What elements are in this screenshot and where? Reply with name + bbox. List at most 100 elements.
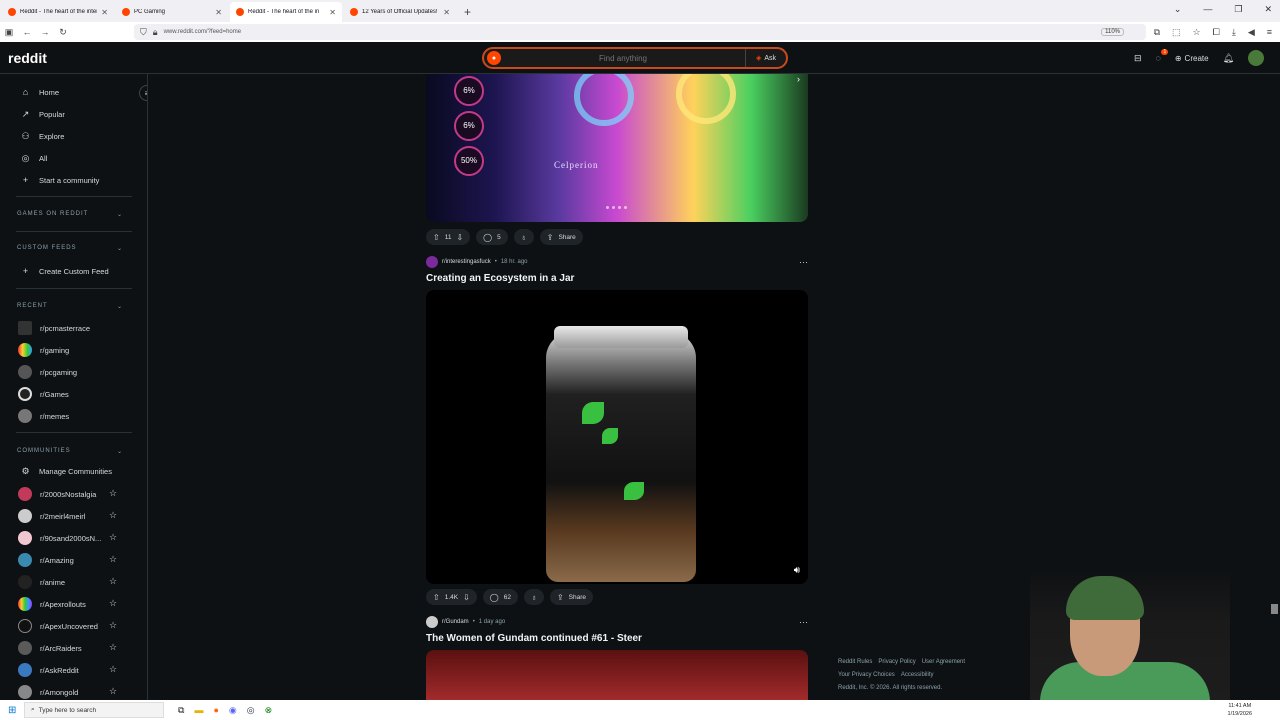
share-button[interactable]: ⇪ Share [549, 589, 594, 605]
downvote-icon[interactable]: ⇩ [463, 593, 470, 602]
sidebar-item-recent[interactable]: r/pcgaming [18, 365, 77, 379]
manage-communities[interactable]: ⚙ Manage Communities [20, 466, 112, 477]
sidebar-item-popular[interactable]: ↗ Popular [20, 109, 65, 120]
browser-tab[interactable]: PC Gaming ✕ [116, 2, 228, 22]
sidebar-item-community[interactable]: r/anime [18, 575, 65, 589]
favorite-star-icon[interactable]: ☆ [109, 576, 117, 587]
sidebar-item-community[interactable]: r/90sand2000sN... [18, 531, 101, 545]
award-button[interactable]: ♁ [513, 229, 534, 245]
footer-link[interactable]: Accessibility [901, 672, 934, 678]
sidebar-item-community[interactable]: r/AskReddit [18, 663, 79, 677]
scrollbar-thumb[interactable] [1271, 604, 1278, 614]
advertise-icon[interactable]: ⊟ [1134, 53, 1142, 64]
next-image-icon[interactable]: › [797, 74, 800, 84]
favorite-star-icon[interactable]: ☆ [109, 620, 117, 631]
collapse-sidebar-button[interactable]: ≡ [139, 85, 147, 101]
search-bar[interactable]: ● ◈Ask [482, 47, 788, 69]
sidebar-item-community[interactable]: r/2meirl4meirl [18, 509, 85, 523]
sidebar-item-recent[interactable]: r/Games [18, 387, 69, 401]
sidebar-item-all[interactable]: ◎ All [20, 153, 48, 164]
chat-icon[interactable]: ◌ 1 [1155, 49, 1169, 63]
post-title[interactable]: The Women of Gundam continued #61 - Stee… [426, 633, 642, 644]
downvote-icon[interactable]: ⇩ [456, 233, 463, 242]
sidebar-item-recent[interactable]: r/pcmasterrace [18, 321, 90, 335]
subreddit-link[interactable]: r/interestingasfuck [442, 259, 491, 265]
upvote-icon[interactable]: ⇧ [433, 233, 440, 242]
ask-button[interactable]: ◈ Ask [744, 49, 786, 67]
section-communities[interactable]: COMMUNITIES ⌄ [17, 448, 123, 455]
close-tab-icon[interactable]: ✕ [215, 8, 222, 17]
favorite-star-icon[interactable]: ☆ [109, 510, 117, 521]
comments-button[interactable]: ◯ 62 [482, 589, 518, 605]
forward-icon[interactable]: → [36, 27, 54, 37]
browser-tab[interactable]: Reddit - The heart of the intern ✕ [2, 2, 114, 22]
upvote-icon[interactable]: ⇧ [433, 593, 440, 602]
sidebar-item-start-community[interactable]: + Start a community [20, 175, 100, 185]
sidebar-item-community[interactable]: r/ArcRaiders [18, 641, 82, 655]
share-button[interactable]: ⇪ Share [539, 229, 583, 245]
back-icon[interactable]: ← [18, 27, 36, 37]
chevron-down-icon[interactable]: ⌄ [1174, 4, 1182, 15]
maximize-icon[interactable]: ❐ [1234, 4, 1242, 15]
new-tab-icon[interactable]: + [464, 5, 471, 19]
favorite-star-icon[interactable]: ☆ [109, 642, 117, 653]
comments-button[interactable]: ◯ 5 [476, 229, 508, 245]
windows-start-icon[interactable]: ⊞ [8, 705, 16, 716]
bookmark-star-icon[interactable]: ☆ [1193, 27, 1201, 38]
more-options-icon[interactable]: ⋯ [799, 617, 808, 628]
zoom-level[interactable]: 110% [1101, 28, 1124, 36]
user-avatar[interactable] [1248, 50, 1264, 66]
firefox-icon[interactable]: ● [213, 705, 218, 716]
file-explorer-icon[interactable]: ▬ [194, 705, 203, 716]
create-custom-feed[interactable]: + Create Custom Feed [20, 266, 109, 276]
footer-link[interactable]: Reddit Rules [838, 659, 872, 665]
post-image-pc-build[interactable]: 6% 6% 50% Celperion › [426, 74, 808, 222]
minimize-icon[interactable]: — [1203, 4, 1212, 15]
reload-icon[interactable]: ↻ [54, 27, 72, 38]
favorite-star-icon[interactable]: ☆ [109, 686, 117, 697]
steam-icon[interactable]: ◎ [247, 705, 255, 716]
footer-link[interactable]: Privacy Policy [878, 659, 915, 665]
menu-icon[interactable]: ≡ [1267, 27, 1272, 38]
favorite-star-icon[interactable]: ☆ [109, 598, 117, 609]
address-bar[interactable]: ⛉ 🔒︎ www.reddit.com/?feed=home 110% [134, 24, 1146, 40]
footer-link[interactable]: User Agreement [922, 659, 965, 665]
extension-icon[interactable]: ⧉ [1154, 27, 1160, 38]
xbox-icon[interactable]: ⊗ [265, 705, 273, 716]
sidebar-item-community[interactable]: r/2000sNostalgia [18, 487, 96, 501]
sidebar-item-community[interactable]: r/Apexrollouts [18, 597, 86, 611]
extensions-icon[interactable]: ⧠ [1213, 27, 1220, 38]
volume-icon[interactable]: ◀ [1248, 27, 1255, 38]
sidebar-toggle-icon[interactable]: ▣ [0, 27, 18, 38]
volume-icon[interactable]: 🔊︎ [794, 565, 800, 576]
award-button[interactable]: ♁ [523, 589, 544, 605]
search-input[interactable] [501, 53, 745, 63]
close-tab-icon[interactable]: ✕ [101, 8, 108, 17]
save-icon[interactable]: ⬚ [1172, 27, 1181, 38]
task-view-icon[interactable]: ⧉ [178, 705, 184, 716]
close-tab-icon[interactable]: ✕ [443, 8, 450, 17]
section-recent[interactable]: RECENT ⌄ [17, 303, 123, 310]
sidebar-item-community[interactable]: r/ApexUncovered [18, 619, 98, 633]
favorite-star-icon[interactable]: ☆ [109, 664, 117, 675]
browser-tab[interactable]: 12 Years of Official Updates! | r/...✕ [344, 2, 456, 22]
sidebar-item-home[interactable]: ⌂ Home [20, 87, 59, 97]
notification-bell-icon[interactable]: 🔔︎ [1223, 53, 1234, 64]
sidebar-item-community[interactable]: r/Amongold [18, 685, 78, 699]
discord-icon[interactable]: ◉ [229, 705, 237, 716]
browser-tab-active[interactable]: Reddit - The heart of the in ✕ [230, 2, 342, 22]
create-button[interactable]: ⊕ Create [1175, 54, 1209, 63]
close-tab-icon[interactable]: ✕ [329, 8, 336, 17]
more-options-icon[interactable]: ⋯ [799, 257, 808, 268]
footer-link[interactable]: Your Privacy Choices [838, 672, 895, 678]
reddit-logo[interactable]: reddit [8, 50, 47, 66]
taskbar-clock[interactable]: 11:41 AM 1/19/2026 [1228, 702, 1252, 718]
sidebar-item-community[interactable]: r/Amazing [18, 553, 74, 567]
favorite-star-icon[interactable]: ☆ [109, 554, 117, 565]
section-custom-feeds[interactable]: CUSTOM FEEDS ⌄ [17, 245, 123, 252]
subreddit-link[interactable]: r/Gundam [442, 619, 469, 625]
page-scrollbar[interactable] [1270, 74, 1280, 700]
post-title[interactable]: Creating an Ecosystem in a Jar [426, 273, 574, 284]
sidebar-item-recent[interactable]: r/memes [18, 409, 69, 423]
section-games-on-reddit[interactable]: GAMES ON REDDIT ⌄ [17, 211, 123, 218]
